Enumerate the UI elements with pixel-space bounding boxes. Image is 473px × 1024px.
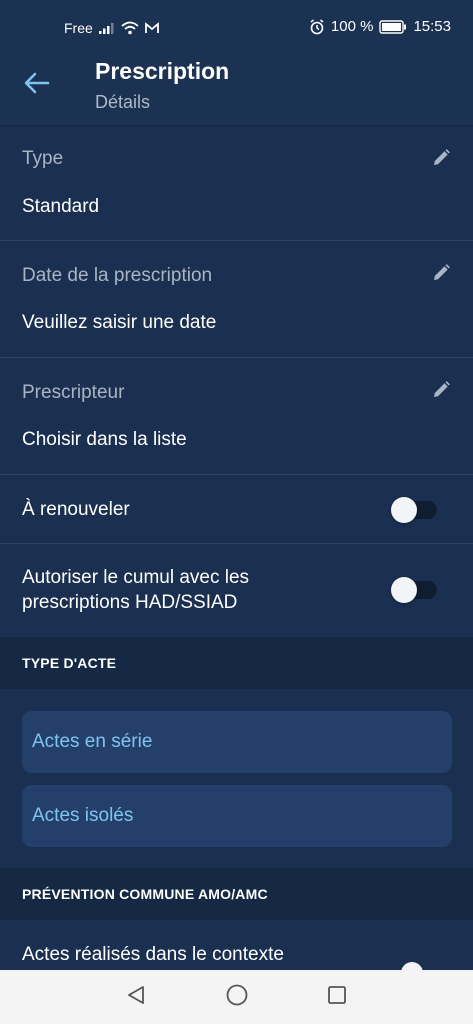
signal-icon [98,22,115,34]
prescripteur-value: Choisir dans la liste [22,429,187,450]
wifi-icon [121,21,139,35]
type-label: Type [22,148,64,169]
cumul-row: Autoriser le cumul avec les prescription… [0,544,473,637]
actes-en-serie-button[interactable]: Actes en série [22,711,452,773]
app-bar: Prescription Détails [0,58,473,126]
type-field[interactable]: Type Standard [0,126,473,241]
renouveler-label: À renouveler [22,499,130,520]
nav-home-button[interactable] [223,983,251,1011]
triangle-back-icon [125,984,147,1011]
type-value: Standard [22,196,100,217]
prescripteur-field[interactable]: Prescripteur Choisir dans la liste [0,358,473,475]
back-button[interactable] [22,70,52,100]
renouveler-row: À renouveler [0,475,473,544]
pencil-icon[interactable] [431,263,451,283]
screen: Free 100 % 15:53 Prescription Détails Ty… [0,0,473,1024]
battery-icon [379,19,407,34]
status-right: 100 % 15:53 [309,18,451,35]
pencil-icon[interactable] [431,380,451,400]
arrow-left-icon [24,72,50,99]
page-title: Prescription [95,58,230,84]
carrier-label: Free [64,20,93,36]
status-bar: Free 100 % 15:53 [0,0,473,58]
contexte-label: Actes réalisés dans le contexte [22,944,284,965]
page-subtitle: Détails [95,92,151,112]
section-prevention: PRÉVENTION COMMUNE AMO/AMC [0,868,473,920]
alarm-icon [309,18,325,35]
circle-home-icon [225,983,249,1012]
status-left: Free [64,20,159,36]
toggle-knob [391,497,417,523]
toggle-knob [391,577,417,603]
date-field[interactable]: Date de la prescription Veuillez saisir … [0,241,473,358]
date-label: Date de la prescription [22,265,213,286]
cumul-label-line2: prescriptions HAD/SSIAD [22,592,238,613]
cumul-label: Autoriser le cumul avec les prescription… [22,565,249,615]
nav-recent-button[interactable] [323,983,351,1011]
battery-percent: 100 % [330,18,374,35]
cumul-label-line1: Autoriser le cumul avec les [22,567,250,588]
renouveler-toggle[interactable] [391,497,437,523]
clock: 15:53 [413,18,451,35]
mail-icon [144,22,159,34]
section-type-acte: TYPE D'ACTE [0,637,473,689]
square-recent-icon [326,984,348,1011]
date-value: Veuillez saisir une date [22,312,217,333]
pencil-icon[interactable] [431,148,451,168]
navigation-bar [0,970,473,1024]
actes-isoles-button[interactable]: Actes isolés [22,785,452,847]
cumul-toggle[interactable] [391,577,437,603]
nav-back-button[interactable] [122,983,150,1011]
prescripteur-label: Prescripteur [22,382,125,403]
